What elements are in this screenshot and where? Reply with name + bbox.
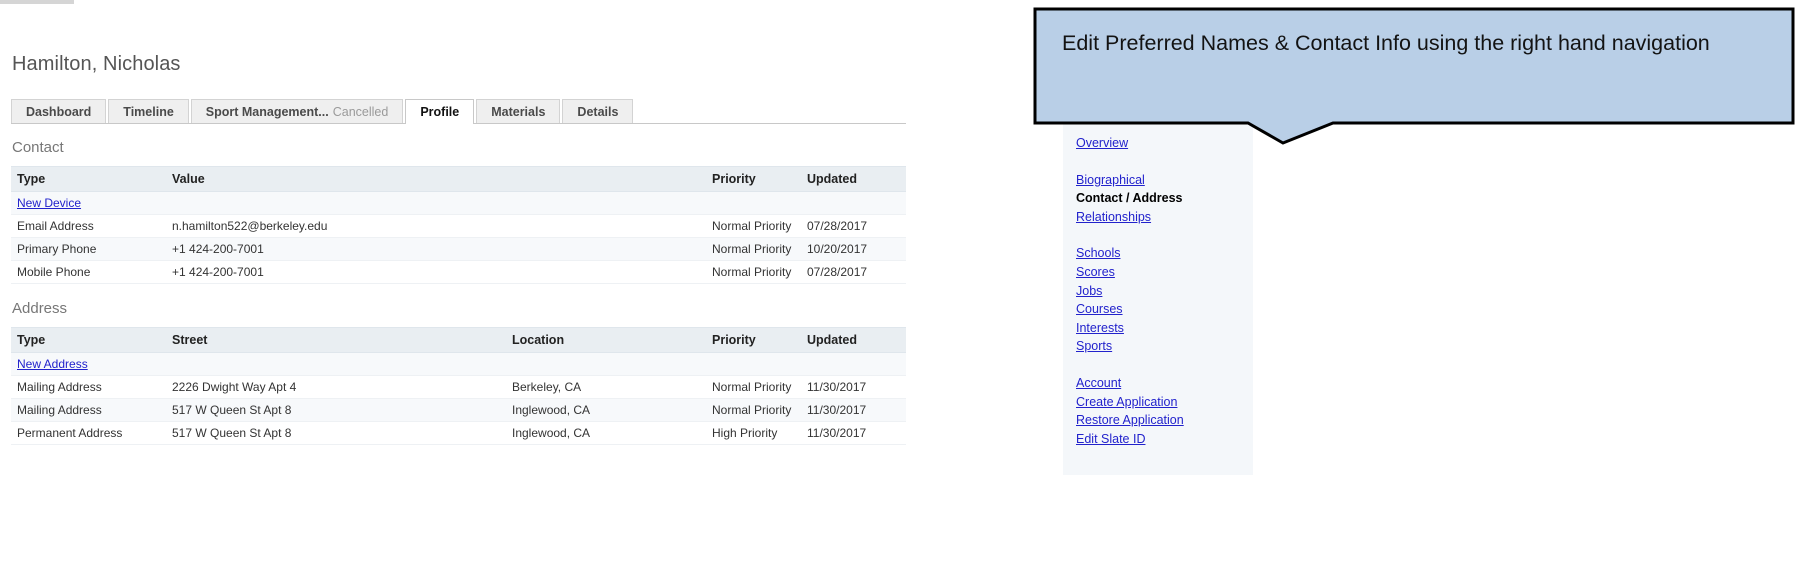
cell-priority: High Priority: [706, 421, 801, 445]
nav-link-account[interactable]: Account: [1076, 374, 1253, 393]
cell-type: Primary Phone: [11, 237, 166, 261]
tab-label: Materials: [491, 105, 546, 119]
table-row[interactable]: Permanent Address 517 W Queen St Apt 8 Ing…: [11, 421, 906, 445]
column-header-type: Type: [11, 327, 166, 353]
cell-type: Mobile Phone: [11, 260, 166, 284]
nav-link-contact-address: Contact / Address: [1076, 191, 1183, 206]
page-title: Hamilton, Nicholas: [12, 53, 181, 75]
cell-priority: Normal Priority: [706, 260, 801, 284]
cell-priority: Normal Priority: [706, 398, 801, 422]
column-header-updated: Updated: [801, 327, 906, 353]
nav-link-interests[interactable]: Interests: [1076, 319, 1253, 338]
tab-label: Sport Management...: [205, 105, 329, 119]
table-row[interactable]: Mobile Phone +1 424-200-7001 Normal Priori…: [11, 260, 906, 284]
address-section-heading: Address: [12, 300, 68, 317]
new-address-cell: New Address: [11, 352, 906, 376]
nav-link-relationships[interactable]: Relationships: [1076, 208, 1253, 227]
column-header-location: Location: [506, 327, 706, 353]
table-header-row: Type Value Priority Updated: [11, 166, 906, 192]
new-device-row: New Device: [11, 191, 906, 215]
tab-profile[interactable]: Profile: [405, 99, 475, 124]
right-hand-navigation: Overview Biographical Contact / Address Re…: [1063, 110, 1253, 475]
contact-table: Type Value Priority Updated New Device E…: [11, 166, 906, 284]
column-header-priority: Priority: [706, 327, 801, 353]
cell-value: +1 424-200-7001: [166, 260, 706, 284]
tab-label: Dashboard: [26, 105, 92, 119]
callout-balloon-shape: [1033, 7, 1795, 145]
new-device-link[interactable]: New Device: [17, 196, 81, 210]
tab-timeline[interactable]: Timeline: [108, 99, 189, 123]
nav-link-schools[interactable]: Schools: [1076, 244, 1253, 263]
tab-materials[interactable]: Materials: [476, 99, 561, 123]
table-row[interactable]: Primary Phone +1 424-200-7001 Normal Prior…: [11, 237, 906, 261]
cell-priority: Normal Priority: [706, 375, 801, 399]
callout-text: Edit Preferred Names & Contact Info usin…: [1062, 31, 1710, 55]
nav-link-edit-slate-id[interactable]: Edit Slate ID: [1076, 430, 1253, 449]
nav-link-scores[interactable]: Scores: [1076, 263, 1253, 282]
nav-link-create-application[interactable]: Create Application: [1076, 393, 1253, 412]
address-table: Type Street Location Priority Updated Ne…: [11, 327, 906, 445]
new-address-row: New Address: [11, 352, 906, 376]
profile-tabstrip: Dashboard Timeline Sport Management... Canc…: [11, 99, 906, 124]
cell-location: Inglewood, CA: [506, 421, 706, 445]
instruction-callout: Edit Preferred Names & Contact Info usin…: [1033, 5, 1795, 145]
cell-type: Permanent Address: [11, 421, 166, 445]
table-header-row: Type Street Location Priority Updated: [11, 327, 906, 353]
tab-details[interactable]: Details: [562, 99, 634, 123]
tab-label: Profile: [420, 105, 460, 119]
cell-updated: 11/30/2017: [801, 398, 906, 422]
column-header-priority: Priority: [706, 166, 801, 192]
tab-dashboard[interactable]: Dashboard: [11, 99, 107, 123]
cell-value: n.hamilton522@berkeley.edu: [166, 214, 706, 238]
cell-street: 517 W Queen St Apt 8: [166, 421, 506, 445]
tab-status-label: Cancelled: [332, 105, 389, 119]
nav-group-profile: Biographical Contact / Address Relationshi…: [1076, 171, 1253, 227]
table-row[interactable]: Email Address n.hamilton522@berkeley.edu N…: [11, 214, 906, 238]
cell-type: Email Address: [11, 214, 166, 238]
new-device-cell: New Device: [11, 191, 906, 215]
cell-location: Berkeley, CA: [506, 375, 706, 399]
address-table-body: New Address Mailing Address 2226 Dwight W…: [11, 352, 906, 445]
main-content: Hamilton, Nicholas Dashboard Timeline Spor…: [0, 0, 1030, 562]
cell-updated: 07/28/2017: [801, 260, 906, 284]
tab-label: Timeline: [123, 105, 174, 119]
cell-location: Inglewood, CA: [506, 398, 706, 422]
nav-link-jobs[interactable]: Jobs: [1076, 282, 1253, 301]
cell-updated: 10/20/2017: [801, 237, 906, 261]
nav-group-account: Account Create Application Restore Applica…: [1076, 374, 1253, 448]
column-header-type: Type: [11, 166, 166, 192]
table-row[interactable]: Mailing Address 517 W Queen St Apt 8 Ingle…: [11, 398, 906, 422]
cell-updated: 11/30/2017: [801, 375, 906, 399]
cell-updated: 07/28/2017: [801, 214, 906, 238]
contact-table-body: New Device Email Address n.hamilton522@be…: [11, 191, 906, 284]
column-header-updated: Updated: [801, 166, 906, 192]
tab-sport-management[interactable]: Sport Management... Cancelled: [190, 99, 404, 123]
column-header-value: Value: [166, 166, 706, 192]
cell-street: 2226 Dwight Way Apt 4: [166, 375, 506, 399]
nav-link-restore-application[interactable]: Restore Application: [1076, 411, 1253, 430]
contact-section-heading: Contact: [12, 139, 64, 156]
cell-type: Mailing Address: [11, 375, 166, 399]
sidenav-inner: Overview Biographical Contact / Address Re…: [1063, 110, 1253, 448]
nav-link-sports[interactable]: Sports: [1076, 337, 1253, 356]
cell-priority: Normal Priority: [706, 214, 801, 238]
new-address-link[interactable]: New Address: [17, 357, 88, 371]
table-row[interactable]: Mailing Address 2226 Dwight Way Apt 4 Berk…: [11, 375, 906, 399]
cell-value: +1 424-200-7001: [166, 237, 706, 261]
nav-link-courses[interactable]: Courses: [1076, 300, 1253, 319]
tab-label: Details: [577, 105, 619, 119]
cell-updated: 11/30/2017: [801, 421, 906, 445]
cell-type: Mailing Address: [11, 398, 166, 422]
column-header-street: Street: [166, 327, 506, 353]
nav-link-biographical[interactable]: Biographical: [1076, 171, 1253, 190]
nav-group-records: Schools Scores Jobs Courses Interests Sports: [1076, 244, 1253, 356]
cell-street: 517 W Queen St Apt 8: [166, 398, 506, 422]
cell-priority: Normal Priority: [706, 237, 801, 261]
